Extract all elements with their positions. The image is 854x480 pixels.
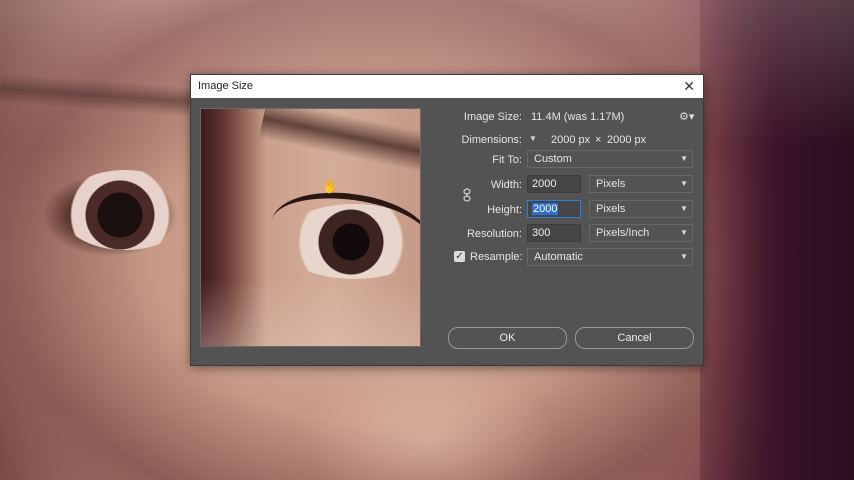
fit-to-dropdown[interactable]: Custom ▼: [527, 150, 693, 168]
close-icon[interactable]: ✕: [683, 78, 695, 95]
image-size-label: Image Size:: [463, 111, 522, 123]
preview-skin: [201, 279, 420, 346]
fit-to-label: Fit To:: [492, 154, 522, 166]
resolution-label: Resolution:: [466, 228, 522, 240]
width-input[interactable]: 2000: [527, 175, 581, 193]
resample-dropdown[interactable]: Automatic ▼: [527, 248, 693, 266]
chevron-down-icon: ▼: [680, 252, 688, 261]
height-unit-value: Pixels: [596, 203, 626, 215]
resolution-value: 300: [532, 227, 551, 239]
resolution-input[interactable]: 300: [527, 224, 581, 242]
height-input[interactable]: 2000: [527, 200, 581, 218]
dimensions-separator: ×: [595, 134, 602, 146]
cancel-button[interactable]: Cancel: [575, 327, 694, 349]
resample-label: Resample:: [470, 251, 523, 263]
chevron-down-icon: ▼: [680, 179, 688, 188]
dimensions-label: Dimensions:: [461, 134, 522, 146]
height-unit-dropdown[interactable]: Pixels ▼: [589, 200, 693, 218]
chevron-down-icon[interactable]: ▼: [527, 132, 539, 146]
width-value: 2000: [532, 178, 557, 190]
image-size-value: 11.4M (was 1.17M): [531, 111, 625, 123]
resolution-unit-dropdown[interactable]: Pixels/Inch ▼: [589, 224, 693, 242]
chevron-down-icon: ▼: [680, 204, 688, 213]
gear-icon[interactable]: ⚙▾: [679, 110, 694, 123]
image-size-dialog: Image Size ✕ ✋ Image Size: 11.4M (was 1.…: [190, 74, 704, 366]
preview-eyebrow: [259, 109, 420, 180]
resolution-unit-value: Pixels/Inch: [596, 227, 650, 239]
dimensions-width: 2000 px: [551, 134, 591, 146]
preview-eye: [279, 204, 420, 279]
height-value: 2000: [532, 203, 559, 215]
dialog-title: Image Size: [198, 80, 254, 92]
image-preview[interactable]: ✋: [200, 108, 421, 347]
resample-value: Automatic: [534, 251, 583, 263]
dimensions-height: 2000 px: [607, 134, 647, 146]
fit-to-value: Custom: [534, 153, 572, 165]
hand-icon: ✋: [322, 179, 339, 194]
dialog-titlebar[interactable]: Image Size ✕: [191, 75, 703, 98]
ok-button[interactable]: OK: [448, 327, 567, 349]
width-label: Width:: [490, 179, 522, 191]
chevron-down-icon: ▼: [680, 154, 688, 163]
width-unit-dropdown[interactable]: Pixels ▼: [589, 175, 693, 193]
height-label: Height:: [487, 204, 522, 216]
width-unit-value: Pixels: [596, 178, 626, 190]
chevron-down-icon: ▼: [680, 228, 688, 237]
resample-checkbox[interactable]: ✓: [454, 251, 465, 262]
